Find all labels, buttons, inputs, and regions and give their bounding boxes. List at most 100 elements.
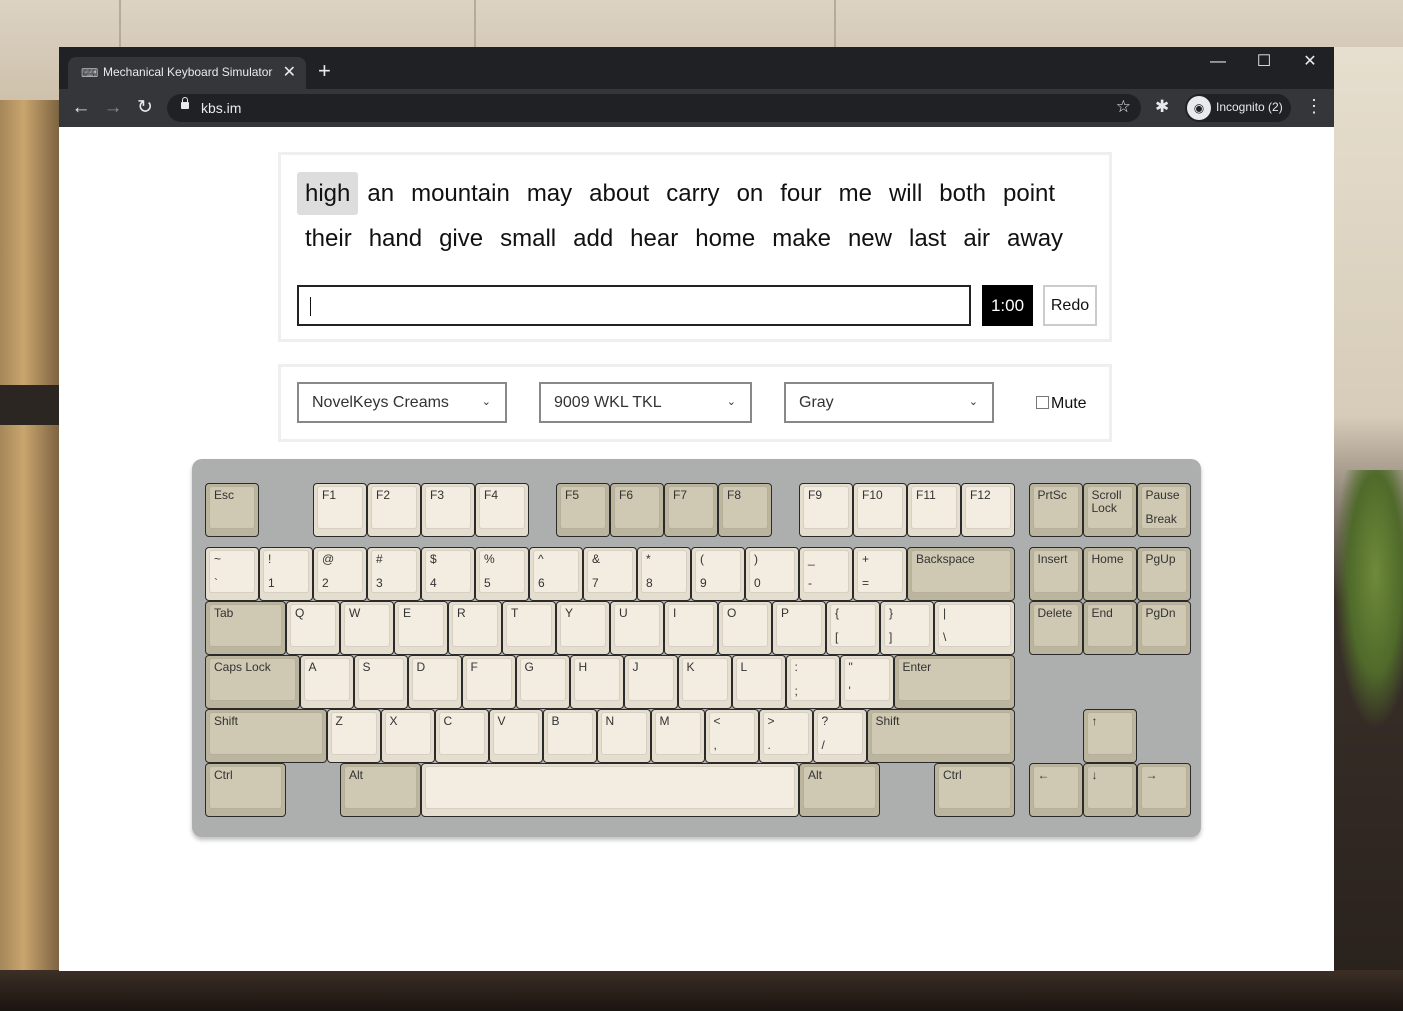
key-symbol[interactable]: " ' [839,655,894,709]
key-symbol[interactable]: @2 [313,547,367,601]
key-symbol[interactable]: :; [785,655,840,709]
key-end[interactable]: End [1082,601,1137,655]
tab-active[interactable]: ⌨ Mechanical Keyboard Simulator ✕ [68,57,306,89]
key-v[interactable]: V [488,709,543,763]
key-symbol[interactable]: → [1136,763,1191,817]
key-f12[interactable]: F12 [961,483,1015,537]
key-f1[interactable]: F1 [313,483,367,537]
key-alt[interactable]: Alt [799,763,880,817]
key-f4[interactable]: F4 [475,483,529,537]
key-s[interactable]: S [353,655,408,709]
key-home[interactable]: Home [1082,547,1137,601]
key-q[interactable]: Q [286,601,340,655]
key-f7[interactable]: F7 [664,483,718,537]
key-b[interactable]: B [542,709,597,763]
key-f6[interactable]: F6 [610,483,664,537]
key-pgdn[interactable]: PgDn [1136,601,1191,655]
key-h[interactable]: H [569,655,624,709]
key-delete[interactable]: Delete [1028,601,1083,655]
key-ctrl[interactable]: Ctrl [934,763,1015,817]
key-l[interactable]: L [731,655,786,709]
key-symbol[interactable]: $4 [421,547,475,601]
switch-select[interactable]: NovelKeys Creams ⌄ [297,382,507,423]
reload-icon[interactable]: ↻ [133,96,157,120]
incognito-profile-button[interactable]: ◉ Incognito (2) [1185,94,1291,122]
key-symbol[interactable]: * 8 [637,547,691,601]
key-a[interactable]: A [299,655,354,709]
key-symbol[interactable]: ! 1 [259,547,313,601]
key-z[interactable]: Z [326,709,381,763]
browser-menu-icon[interactable]: ⋮ [1305,96,1323,116]
key-prtsc[interactable]: PrtSc [1028,483,1083,537]
key-scroll-lock[interactable]: Scroll Lock [1082,483,1137,537]
maximize-button[interactable]: ☐ [1241,51,1287,81]
key-d[interactable]: D [407,655,462,709]
key-symbol[interactable]: ↓ [1082,763,1137,817]
key-symbol[interactable]: #3 [367,547,421,601]
key-f3[interactable]: F3 [421,483,475,537]
key-g[interactable]: G [515,655,570,709]
key-esc[interactable]: Esc [205,483,259,537]
spacebar-key[interactable] [421,763,799,817]
key-x[interactable]: X [380,709,435,763]
key-symbol[interactable]: ^ 6 [529,547,583,601]
mute-toggle[interactable]: Mute [1036,395,1087,413]
keyboard-select[interactable]: 9009 WKL TKL ⌄ [539,382,752,423]
new-tab-button[interactable]: + [318,59,331,83]
key-insert[interactable]: Insert [1028,547,1083,601]
key-t[interactable]: T [502,601,556,655]
key-j[interactable]: J [623,655,678,709]
key-f11[interactable]: F11 [907,483,961,537]
address-bar[interactable]: kbs.im ☆ [167,94,1141,122]
minimize-button[interactable]: — [1195,51,1241,81]
key-u[interactable]: U [610,601,664,655]
key-symbol[interactable]: >. [758,709,813,763]
redo-button[interactable]: Redo [1043,285,1097,326]
key-symbol[interactable]: & 7 [583,547,637,601]
key-caps-lock[interactable]: Caps Lock [205,655,300,709]
key-ctrl[interactable]: Ctrl [205,763,286,817]
key-n[interactable]: N [596,709,651,763]
key-symbol[interactable]: ↑ [1082,709,1137,763]
key-backspace[interactable]: Backspace [907,547,1015,601]
key-symbol[interactable]: }] [880,601,934,655]
key-symbol[interactable]: ← [1028,763,1083,817]
key-f10[interactable]: F10 [853,483,907,537]
typing-input[interactable] [297,285,971,326]
key-f2[interactable]: F2 [367,483,421,537]
key-symbol[interactable]: | \ [934,601,1015,655]
key-symbol[interactable]: % 5 [475,547,529,601]
key-pgup[interactable]: PgUp [1136,547,1191,601]
key-symbol[interactable]: + = [853,547,907,601]
key-shift[interactable]: Shift [205,709,327,763]
extensions-icon[interactable]: ✱ [1155,97,1169,117]
key-r[interactable]: R [448,601,502,655]
key-y[interactable]: Y [556,601,610,655]
key-c[interactable]: C [434,709,489,763]
key-pause[interactable]: Pause Break [1136,483,1191,537]
key-f[interactable]: F [461,655,516,709]
color-select[interactable]: Gray ⌄ [784,382,994,423]
key-f5[interactable]: F5 [556,483,610,537]
key-e[interactable]: E [394,601,448,655]
key-symbol[interactable]: ) 0 [745,547,799,601]
key-p[interactable]: P [772,601,826,655]
key-shift[interactable]: Shift [866,709,1015,763]
key-o[interactable]: O [718,601,772,655]
key-alt[interactable]: Alt [340,763,421,817]
mute-checkbox[interactable] [1036,396,1049,409]
key-f8[interactable]: F8 [718,483,772,537]
key-symbol[interactable]: <, [704,709,759,763]
key-symbol[interactable]: {[ [826,601,880,655]
key-i[interactable]: I [664,601,718,655]
forward-icon[interactable]: → [101,96,125,120]
key-tab[interactable]: Tab [205,601,286,655]
bookmark-star-icon[interactable]: ☆ [1116,97,1131,117]
tab-close-icon[interactable]: ✕ [283,62,296,82]
key-m[interactable]: M [650,709,705,763]
key-w[interactable]: W [340,601,394,655]
key-k[interactable]: K [677,655,732,709]
key-symbol[interactable]: (9 [691,547,745,601]
key-f9[interactable]: F9 [799,483,853,537]
window-close-button[interactable]: ✕ [1287,51,1333,81]
